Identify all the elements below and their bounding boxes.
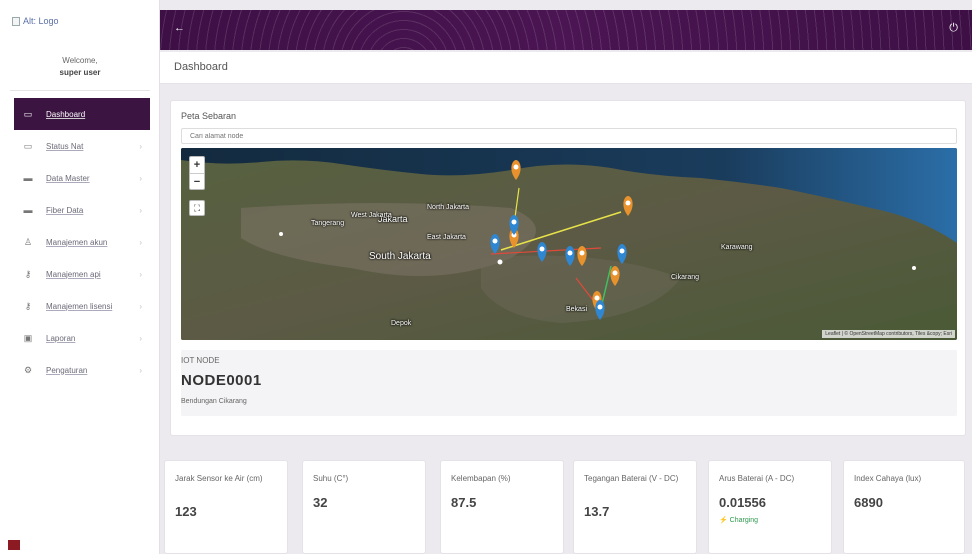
welcome-block: Welcome, super user bbox=[0, 55, 160, 79]
map-label-cikarang: Cikarang bbox=[671, 274, 700, 281]
users-icon: ♙ bbox=[23, 236, 33, 247]
stat-value: 6890 bbox=[854, 495, 883, 510]
folder-icon: ▬ bbox=[23, 205, 33, 215]
stat-label: Index Cahaya (lux) bbox=[854, 474, 922, 483]
map-card: Peta Sebaran Cari alamat node Jakarta No… bbox=[170, 100, 966, 436]
stat-label: Jarak Sensor ke Air (cm) bbox=[175, 474, 263, 483]
logo-alt-text: Alt: Logo bbox=[23, 16, 59, 26]
folder-icon: ▬ bbox=[23, 173, 33, 183]
page-title: Dashboard bbox=[174, 61, 228, 73]
sidebar-item-label: Manajemen api bbox=[46, 269, 101, 279]
zoom-out-button[interactable]: − bbox=[190, 173, 204, 189]
chevron-right-icon: › bbox=[139, 173, 142, 183]
satellite-map[interactable]: Jakarta North Jakarta South Jakarta East… bbox=[181, 148, 957, 340]
charging-status: ⚡ Charging bbox=[719, 517, 759, 524]
map-label-north-jakarta: North Jakarta bbox=[427, 204, 470, 211]
sidebar-item-manajemen-lisensi[interactable]: ⚷ Manajemen lisensi › bbox=[0, 290, 160, 322]
book-icon: ▣ bbox=[23, 332, 33, 343]
stat-value: 87.5 bbox=[451, 495, 477, 510]
stat-label: Arus Baterai (A - DC) bbox=[719, 474, 795, 483]
sidebar-item-manajemen-api[interactable]: ⚷ Manajemen api › bbox=[0, 258, 160, 290]
topbar-pattern bbox=[160, 10, 972, 50]
map-attribution[interactable]: Leaflet | © OpenStreetMap contributors, … bbox=[822, 330, 955, 338]
username: super user bbox=[59, 68, 101, 77]
sidebar-item-label: Manajemen lisensi bbox=[46, 301, 113, 311]
sidebar-item-label: Manajemen akun bbox=[46, 237, 108, 247]
topbar: ← ⏻ bbox=[160, 10, 972, 50]
sidebar-item-fiber-data[interactable]: ▬ Fiber Data › bbox=[0, 194, 160, 226]
chevron-right-icon: › bbox=[139, 237, 142, 247]
sidebar-item-dashboard[interactable]: ▭ Dashboard bbox=[14, 98, 150, 130]
sidebar-item-pengaturan[interactable]: ⚙ Pengaturan › bbox=[0, 354, 160, 386]
logo[interactable]: Alt: Logo bbox=[12, 16, 59, 26]
sidebar-item-laporan[interactable]: ▣ Laporan › bbox=[0, 322, 160, 354]
app-root: Alt: Logo Welcome, super user ▭ Dashboar… bbox=[0, 0, 972, 554]
welcome-text: Welcome, bbox=[62, 56, 98, 65]
sidebar-item-manajemen-akun[interactable]: ♙ Manajemen akun › bbox=[0, 226, 160, 258]
map-label-east-jakarta: East Jakarta bbox=[427, 234, 466, 241]
key-icon: ⚷ bbox=[24, 300, 32, 311]
sidebar-item-label: Status Nat bbox=[46, 141, 84, 151]
divider bbox=[10, 90, 150, 91]
sidebar: Alt: Logo Welcome, super user ▭ Dashboar… bbox=[0, 0, 160, 554]
stat-label: Kelembapan (%) bbox=[451, 474, 511, 483]
sidebar-nav: ▭ Dashboard ▭ Status Nat › ▬ Data Master… bbox=[0, 98, 160, 386]
map-label-south-jakarta: South Jakarta bbox=[369, 251, 431, 262]
corner-badge bbox=[8, 540, 20, 550]
map-label-west-jakarta: West Jakarta bbox=[351, 212, 392, 219]
stat-card-kelembapan: Kelembapan (%) 87.5 bbox=[440, 460, 564, 554]
stat-label: Suhu (C°) bbox=[313, 474, 349, 483]
chevron-right-icon: › bbox=[139, 269, 142, 279]
stat-value: 123 bbox=[175, 504, 197, 519]
node-kicker: IOT NODE bbox=[181, 356, 220, 365]
chevron-right-icon: › bbox=[139, 333, 142, 343]
stat-card-jarak: Jarak Sensor ke Air (cm) 123 bbox=[164, 460, 288, 554]
chevron-right-icon: › bbox=[139, 301, 142, 311]
map-location-dot bbox=[279, 232, 283, 236]
node-location: Bendungan Cikarang bbox=[181, 398, 247, 405]
stat-card-arus: Arus Baterai (A - DC) 0.01556 ⚡ Charging bbox=[708, 460, 832, 554]
stat-card-cahaya: Index Cahaya (lux) 6890 bbox=[843, 460, 965, 554]
stat-label: Tegangan Baterai (V - DC) bbox=[584, 474, 679, 483]
chevron-right-icon: › bbox=[139, 141, 142, 151]
sidebar-item-label: Pengaturan bbox=[46, 365, 88, 375]
map-label-tangerang: Tangerang bbox=[311, 220, 345, 227]
arrow-left-icon[interactable]: ← bbox=[174, 22, 185, 34]
node-info-panel: IOT NODE NODE0001 Bendungan Cikarang bbox=[181, 350, 957, 416]
stat-value: 0.01556 bbox=[719, 495, 766, 510]
map-label-bekasi: Bekasi bbox=[566, 306, 588, 313]
chevron-right-icon: › bbox=[139, 365, 142, 375]
broken-image-icon bbox=[12, 16, 20, 26]
sidebar-item-label: Fiber Data bbox=[46, 205, 84, 215]
page-header: Dashboard bbox=[160, 52, 972, 84]
map-label-depok: Depok bbox=[391, 320, 412, 327]
stat-card-tegangan: Tegangan Baterai (V - DC) 13.7 bbox=[573, 460, 697, 554]
map-label-karawang: Karawang bbox=[721, 244, 753, 251]
monitor-icon: ▭ bbox=[23, 140, 33, 151]
stat-value: 32 bbox=[313, 495, 328, 510]
zoom-in-button[interactable]: + bbox=[190, 157, 204, 173]
map-location-dot bbox=[912, 266, 916, 270]
power-icon[interactable]: ⏻ bbox=[949, 22, 958, 35]
sidebar-item-status-nat[interactable]: ▭ Status Nat › bbox=[0, 130, 160, 162]
stat-card-suhu: Suhu (C°) 32 bbox=[302, 460, 426, 554]
monitor-icon: ▭ bbox=[23, 108, 33, 119]
zoom-control: + − bbox=[189, 156, 205, 190]
node-name: NODE0001 bbox=[181, 372, 262, 389]
key-icon: ⚷ bbox=[24, 268, 32, 279]
chevron-right-icon: › bbox=[139, 205, 142, 215]
gear-icon: ⚙ bbox=[23, 364, 33, 375]
node-search-input[interactable] bbox=[181, 128, 957, 144]
map-card-title: Peta Sebaran bbox=[181, 111, 237, 121]
fullscreen-button[interactable]: ⛶ bbox=[189, 200, 205, 216]
sidebar-item-label: Dashboard bbox=[46, 109, 86, 119]
sidebar-item-label: Data Master bbox=[46, 173, 90, 183]
sidebar-item-data-master[interactable]: ▬ Data Master › bbox=[0, 162, 160, 194]
map-location-dot bbox=[497, 259, 503, 265]
stat-value: 13.7 bbox=[584, 504, 610, 519]
sidebar-item-label: Laporan bbox=[46, 333, 76, 343]
